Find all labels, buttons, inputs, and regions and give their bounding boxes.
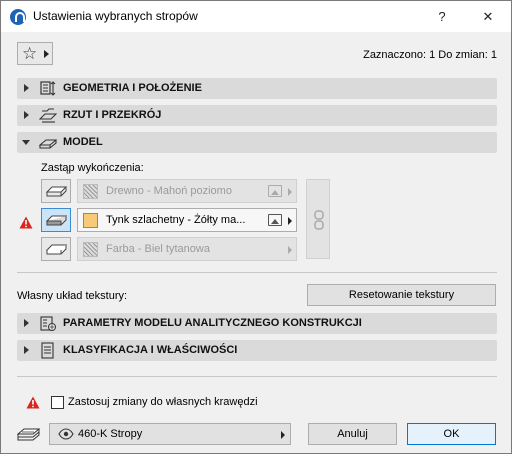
section-label: PARAMETRY MODELU ANALITYCZNEGO KONSTRUKC… — [63, 317, 362, 329]
layer-select[interactable]: 460-K Stropy — [49, 423, 291, 445]
close-button[interactable]: ✕ — [465, 1, 511, 32]
cancel-button[interactable]: Anuluj — [308, 423, 397, 445]
floor-plan-icon — [39, 108, 57, 123]
section-model[interactable]: MODEL — [17, 132, 497, 153]
reset-texture-button[interactable]: Resetowanie tekstury — [307, 284, 496, 306]
star-icon: ☆ — [22, 44, 38, 63]
dialog-window: Ustawienia wybranych stropów ? ✕ ☆ Zazna… — [0, 0, 512, 454]
bottom-surface-button[interactable] — [41, 237, 71, 261]
override-surfaces-label: Zastąp wykończenia: — [41, 162, 144, 174]
edge-surface-icon — [46, 215, 68, 226]
section-label: KLASYFIKACJA I WŁAŚCIWOŚCI — [63, 344, 238, 356]
collapse-arrow-icon — [22, 140, 30, 145]
section-classification[interactable]: KLASYFIKACJA I WŁAŚCIWOŚCI — [17, 340, 497, 361]
expand-arrow-icon — [24, 319, 29, 327]
top-surface-button[interactable] — [41, 179, 71, 203]
model-icon — [39, 139, 57, 149]
section-label: GEOMETRIA I POŁOŻENIE — [63, 82, 202, 94]
material-swatch — [83, 184, 98, 199]
apply-to-custom-edges-checkbox[interactable] — [51, 396, 64, 409]
favorites-button[interactable]: ☆ — [17, 42, 53, 65]
section-analytical-model[interactable]: PARAMETRY MODELU ANALITYCZNEGO KONSTRUKC… — [17, 313, 497, 334]
link-materials-button[interactable] — [306, 179, 330, 259]
material-name: Farba - Biel tytanowa — [106, 243, 210, 255]
archicad-app-icon — [10, 9, 26, 25]
geometry-icon — [40, 81, 56, 96]
expand-arrow-icon — [24, 346, 29, 354]
eye-icon — [58, 428, 74, 440]
edge-surface-button[interactable] — [41, 208, 71, 232]
edge-surface-material-select[interactable]: Tynk szlachetny - Żółty ma... — [77, 208, 297, 232]
help-button[interactable]: ? — [419, 1, 465, 32]
material-swatch — [83, 242, 98, 257]
chevron-right-icon — [288, 217, 292, 225]
chevron-right-icon — [288, 246, 292, 254]
expand-arrow-icon — [24, 111, 29, 119]
texture-image-icon — [268, 214, 282, 226]
selection-info: Zaznaczono: 1 Do zmian: 1 — [363, 49, 497, 61]
top-surface-icon — [46, 186, 68, 197]
material-name: Tynk szlachetny - Żółty ma... — [106, 214, 246, 226]
dialog-content: ☆ Zaznaczono: 1 Do zmian: 1 GEOMETRIA I … — [1, 32, 511, 453]
chevron-right-icon — [44, 50, 49, 58]
warning-icon — [19, 216, 33, 229]
chevron-right-icon — [281, 431, 285, 439]
layers-icon — [17, 428, 41, 441]
section-label: RZUT I PRZEKRÓJ — [63, 109, 162, 121]
chevron-right-icon — [288, 188, 292, 196]
section-label: MODEL — [63, 136, 103, 148]
texture-image-icon — [268, 185, 282, 197]
chain-link-icon — [314, 210, 324, 230]
expand-arrow-icon — [24, 84, 29, 92]
separator — [17, 272, 497, 273]
bottom-surface-icon — [46, 244, 68, 255]
top-surface-material-select[interactable]: Drewno - Mahoń poziomo — [77, 179, 297, 203]
apply-to-custom-edges-label: Zastosuj zmiany do własnych krawędzi — [68, 396, 258, 408]
material-swatch — [83, 213, 98, 228]
window-title: Ustawienia wybranych stropów — [33, 9, 198, 23]
layer-name: 460-K Stropy — [78, 428, 143, 440]
section-geometry[interactable]: GEOMETRIA I POŁOŻENIE — [17, 78, 497, 99]
title-bar: Ustawienia wybranych stropów ? ✕ — [1, 1, 511, 32]
ok-button[interactable]: OK — [407, 423, 496, 445]
section-plan-section[interactable]: RZUT I PRZEKRÓJ — [17, 105, 497, 126]
material-name: Drewno - Mahoń poziomo — [106, 185, 232, 197]
custom-texture-label: Własny układ tekstury: — [17, 290, 128, 302]
bottom-surface-material-select[interactable]: Farba - Biel tytanowa — [77, 237, 297, 261]
analytical-model-icon — [40, 316, 56, 331]
classification-icon — [41, 342, 54, 359]
warning-icon — [26, 396, 40, 409]
separator — [17, 376, 497, 377]
